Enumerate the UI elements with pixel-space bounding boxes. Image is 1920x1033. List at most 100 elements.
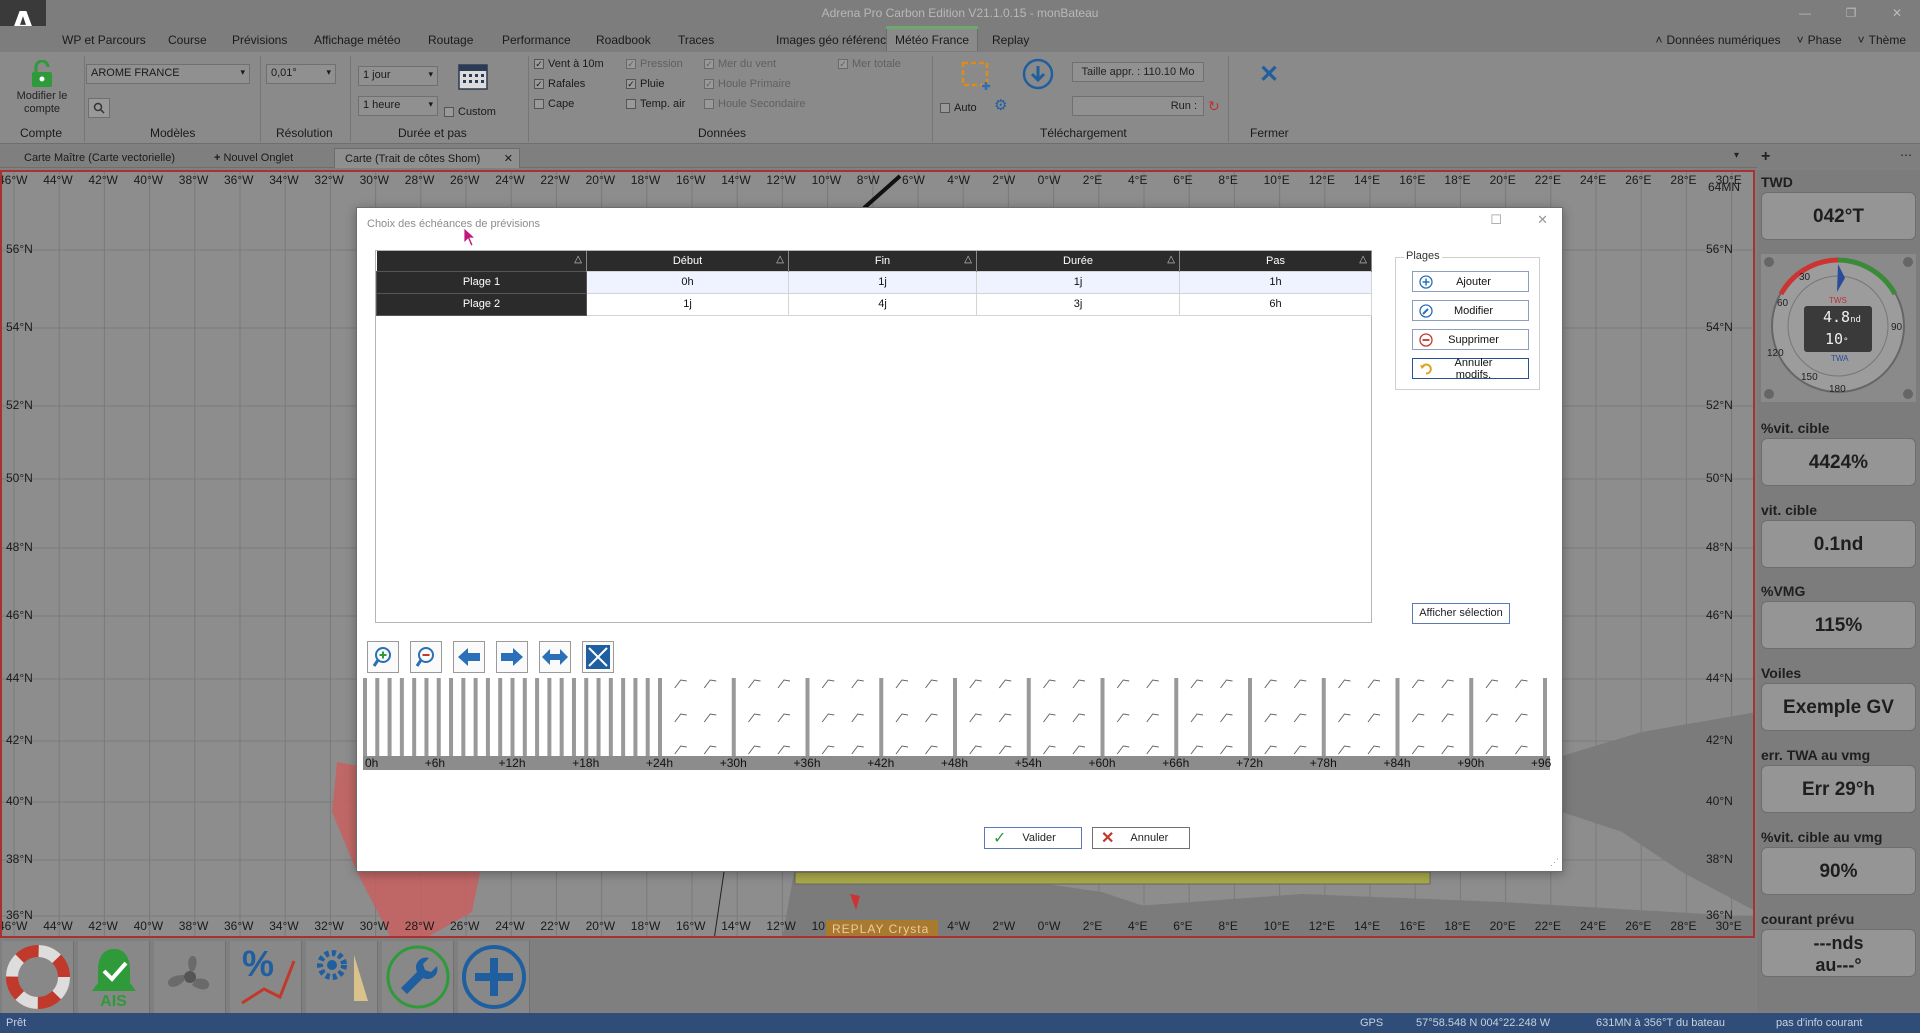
checkbox-pluie[interactable]: ✓ Pluie — [626, 78, 664, 90]
dialog-close-button[interactable]: ✕ — [1537, 212, 1548, 228]
timeline-step-mark[interactable] — [535, 678, 540, 756]
timeline-step-mark[interactable] — [498, 678, 503, 756]
table-row[interactable]: Plage 2 1j 4j 3j 6h — [376, 292, 1372, 316]
tab-carte-maitre[interactable]: Carte Maître (Carte vectorielle) — [14, 148, 185, 168]
step-select[interactable]: 1 heure — [358, 96, 438, 116]
auto-checkbox[interactable]: Auto — [940, 102, 977, 114]
vit-cible-value[interactable]: 0.1nd — [1761, 520, 1916, 568]
tab-traces[interactable]: Traces — [670, 30, 722, 50]
add-panel-icon[interactable]: + — [1761, 148, 1770, 166]
zoom-out-button[interactable] — [410, 641, 442, 673]
close-window-button[interactable]: ✕ — [1874, 0, 1920, 26]
menu-phase[interactable]: Phase — [1808, 33, 1842, 47]
col-header-pas[interactable]: Pas △ — [1179, 251, 1372, 271]
timeline-step-mark[interactable] — [559, 678, 564, 756]
timeline-step-mark[interactable] — [584, 678, 589, 756]
col-header-name[interactable]: △ — [376, 251, 587, 271]
fit-all-button[interactable] — [582, 641, 614, 673]
voiles-value[interactable]: Exemple GV — [1761, 683, 1916, 731]
checkbox-rafales[interactable]: ✓ Rafales — [534, 78, 585, 90]
menu-donnees-numeriques[interactable]: Données numériques — [1667, 33, 1781, 47]
timeline-step-mark[interactable] — [449, 678, 454, 756]
new-tab-button[interactable]: + Nouvel Onglet — [204, 148, 303, 168]
checkbox-pression[interactable]: ✓ Pression — [626, 58, 683, 70]
timeline-step-mark[interactable] — [1395, 678, 1400, 756]
timeline-step-mark[interactable] — [608, 678, 613, 756]
add-button[interactable] — [458, 941, 530, 1013]
replay-indicator[interactable]: REPLAY Crysta — [826, 920, 938, 936]
timeline-step-mark[interactable] — [645, 678, 650, 756]
tools-button[interactable] — [382, 941, 454, 1013]
timeline-step-mark[interactable] — [953, 678, 957, 756]
checkbox-mer-du-vent[interactable]: ✓ Mer du vent — [704, 58, 776, 70]
col-header-fin[interactable]: Fin △ — [788, 251, 977, 271]
timeline-step-mark[interactable] — [399, 678, 404, 756]
vit-cible-pct-value[interactable]: 4424% — [1761, 438, 1916, 486]
timeline-step-mark[interactable] — [436, 678, 441, 756]
cancel-button[interactable]: ✕ Annuler — [1092, 827, 1190, 849]
vit-cible-vmg-value[interactable]: 90% — [1761, 847, 1916, 895]
timeline-step-mark[interactable] — [510, 678, 515, 756]
checkbox-houle-primaire[interactable]: ✓ Houle Primaire — [704, 78, 791, 90]
timeline-step-mark[interactable] — [1469, 678, 1474, 756]
more-options-icon[interactable]: ⋯ — [1900, 148, 1912, 162]
mob-button[interactable] — [2, 941, 74, 1013]
vmg-pct-value[interactable]: 115% — [1761, 601, 1916, 649]
timeline-step-mark[interactable] — [547, 678, 552, 756]
tab-roadbook[interactable]: Roadbook — [588, 30, 659, 50]
timeline-step-mark[interactable] — [731, 678, 736, 756]
checkbox-temp-air[interactable]: Temp. air — [626, 98, 685, 110]
edit-range-button[interactable]: Modifier — [1412, 300, 1529, 321]
tab-course[interactable]: Course — [160, 30, 215, 50]
cell-debut[interactable]: 1j — [586, 292, 789, 316]
err-twa-value[interactable]: Err 29°h — [1761, 765, 1916, 813]
tab-replay[interactable]: Replay — [984, 30, 1037, 50]
resize-grip[interactable]: ⋰ — [1550, 857, 1559, 868]
timeline-step-mark[interactable] — [412, 678, 417, 756]
calendar-button[interactable] — [458, 62, 490, 92]
timeline-step-mark[interactable] — [1543, 678, 1547, 756]
zoom-in-button[interactable] — [367, 641, 399, 673]
checkbox-mer-totale[interactable]: ✓ Mer totale — [838, 58, 901, 70]
select-zone-button[interactable] — [960, 60, 994, 94]
col-header-duree[interactable]: Durée △ — [976, 251, 1180, 271]
timeline-step-mark[interactable] — [387, 678, 392, 756]
sail-settings-button[interactable] — [306, 941, 378, 1013]
cell-pas[interactable]: 6h — [1179, 292, 1372, 316]
close-tab-icon[interactable]: ✕ — [504, 149, 513, 169]
twd-value[interactable]: 042°T — [1761, 192, 1916, 240]
maximize-button[interactable]: ❐ — [1828, 0, 1874, 26]
cell-pas[interactable]: 1h — [1179, 270, 1372, 294]
timeline-step-mark[interactable] — [1100, 678, 1105, 756]
cell-duree[interactable]: 3j — [976, 292, 1180, 316]
timeline-step-mark[interactable] — [1174, 678, 1179, 756]
tab-carte-shom[interactable]: Carte (Trait de côtes Shom) ✕ — [334, 148, 520, 168]
tab-meteo-france[interactable]: Météo France — [886, 26, 979, 51]
timeline-step-mark[interactable] — [571, 678, 576, 756]
cell-debut[interactable]: 0h — [586, 270, 789, 294]
wind-gauge[interactable]: 30 60 90 120 150 180 TWS 4.8nd 10° TWA — [1761, 254, 1916, 402]
close-meteo-button[interactable]: ✕ — [1256, 62, 1282, 88]
timeline-step-mark[interactable] — [485, 678, 490, 756]
timeline-step-mark[interactable] — [621, 678, 626, 756]
scroll-right-button[interactable] — [496, 641, 528, 673]
undo-changes-button[interactable]: Annuler modifs. — [1412, 357, 1529, 381]
tab-previsions[interactable]: Prévisions — [224, 30, 295, 50]
timeline-step-mark[interactable] — [363, 678, 367, 756]
custom-checkbox[interactable]: Custom — [444, 106, 496, 118]
refresh-run-icon[interactable]: ↻ — [1208, 98, 1220, 115]
timeline-step-mark[interactable] — [424, 678, 429, 756]
ais-button[interactable]: AIS — [78, 941, 150, 1013]
timeline-step-mark[interactable] — [522, 678, 527, 756]
timeline-step-mark[interactable] — [658, 678, 662, 756]
modify-account-button[interactable]: Modifier le compte — [12, 60, 72, 122]
cell-fin[interactable]: 4j — [788, 292, 977, 316]
timeline-step-mark[interactable] — [473, 678, 478, 756]
timeline-step-mark[interactable] — [805, 678, 810, 756]
show-selection-button[interactable]: Afficher sélection — [1412, 603, 1510, 624]
checkbox-cape[interactable]: Cape — [534, 98, 574, 110]
dialog-maximize-button[interactable]: ☐ — [1490, 212, 1502, 228]
checkbox-vent-10m[interactable]: ✓ Vent à 10m — [534, 58, 604, 70]
timeline-step-mark[interactable] — [633, 678, 638, 756]
timeline-step-mark[interactable] — [375, 678, 380, 756]
